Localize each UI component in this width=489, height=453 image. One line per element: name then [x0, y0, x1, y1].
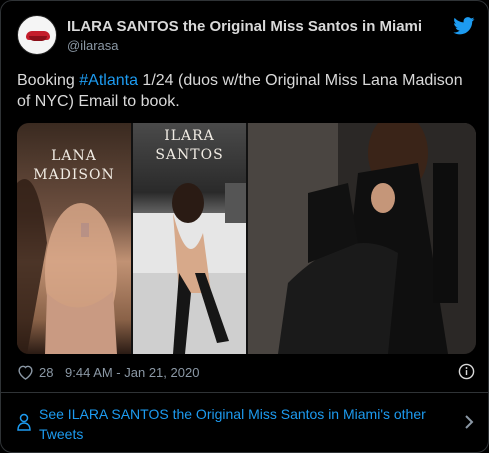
twitter-bird-icon[interactable]: [453, 17, 475, 35]
see-more-tweets-link[interactable]: See ILARA SANTOS the Original Miss Santo…: [1, 393, 488, 452]
hashtag-link[interactable]: #Atlanta: [79, 72, 138, 89]
photo-duo[interactable]: [248, 123, 476, 354]
embedded-tweet-card: ILARA SANTOS the Original Miss Santos in…: [0, 0, 489, 453]
photo-figure-3: [248, 123, 476, 354]
chevron-right-icon[interactable]: [464, 414, 474, 430]
photo-label-line-madison: MADISON: [33, 167, 115, 183]
tweet-meta: 28 9:44 AM - Jan 21, 2020: [17, 363, 475, 383]
heart-icon[interactable]: [17, 364, 34, 380]
photo-label-lana-madison: LANA MADISON: [17, 147, 131, 185]
like-count: 28: [39, 365, 54, 380]
tweet-text: Booking #Atlanta 1/24 (duos w/the Origin…: [17, 70, 475, 112]
photo-ilara-santos[interactable]: ILARA SANTOS: [133, 123, 246, 354]
author-display-name[interactable]: ILARA SANTOS the Original Miss Santos in…: [67, 18, 422, 35]
author-handle[interactable]: @ilarasa: [67, 38, 119, 53]
avatar[interactable]: [17, 15, 57, 55]
tweet-timestamp[interactable]: 9:44 AM - Jan 21, 2020: [65, 365, 199, 380]
avatar-lips-lower: [29, 36, 47, 41]
photo-label-line-ilara: ILARA: [164, 128, 215, 144]
photo-lana-madison[interactable]: LANA MADISON: [17, 123, 131, 354]
person-icon: [17, 413, 31, 431]
media-grid: LANA MADISON ILARA SANTOS: [17, 123, 476, 354]
tweet-text-before: Booking: [17, 72, 80, 89]
photo-label-line-santos: SANTOS: [155, 147, 224, 163]
tweet-header: ILARA SANTOS the Original Miss Santos in…: [17, 15, 475, 59]
photo-label-ilara-santos: ILARA SANTOS: [133, 127, 246, 165]
photo-label-line-lana: LANA: [51, 148, 97, 164]
see-more-text[interactable]: See ILARA SANTOS the Original Miss Santo…: [39, 404, 439, 444]
info-icon[interactable]: [458, 363, 475, 380]
